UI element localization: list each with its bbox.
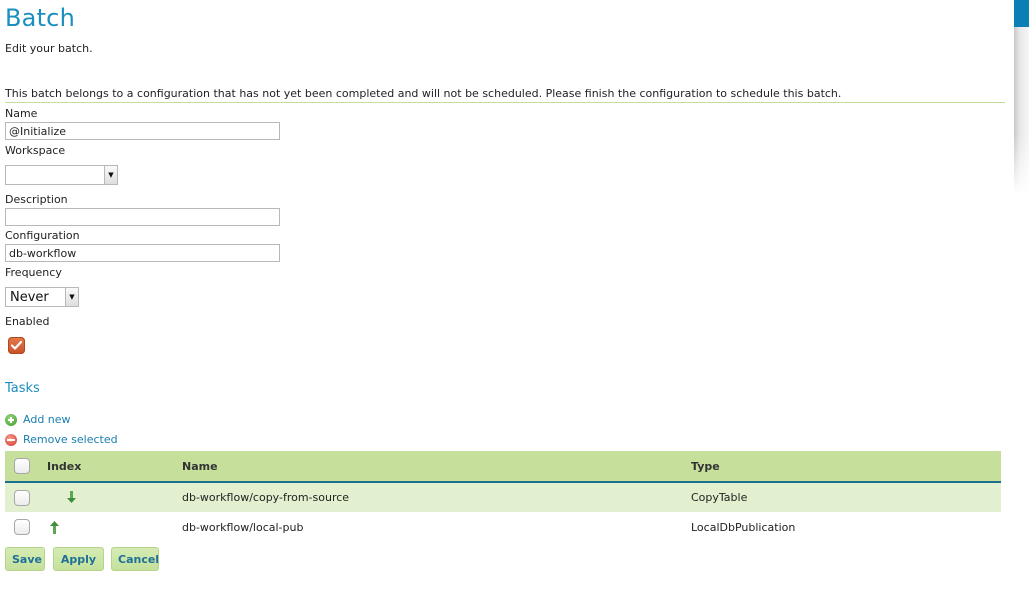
task-name: db-workflow/local-pub (182, 520, 304, 534)
enabled-label: Enabled (5, 315, 50, 328)
remove-circle-icon (5, 433, 17, 446)
cancel-button[interactable]: Cancel (111, 547, 159, 571)
task-type: LocalDbPublication (691, 520, 796, 534)
incomplete-config-notice: This batch belongs to a configuration th… (5, 87, 1005, 103)
apply-button[interactable]: Apply (53, 547, 104, 571)
tasks-table: Index Name Type db-workflow/copy-from-so… (5, 451, 1001, 542)
name-label: Name (5, 107, 38, 120)
chevron-down-icon: ▼ (104, 166, 117, 184)
arrow-up-icon[interactable] (50, 520, 59, 534)
description-label: Description (5, 193, 68, 206)
page-subtitle: Edit your batch. (5, 42, 93, 55)
table-header-row: Index Name Type (5, 451, 1001, 483)
page-title: Batch (5, 4, 75, 32)
remove-selected-label: Remove selected (23, 433, 118, 446)
task-name: db-workflow/copy-from-source (182, 491, 350, 504)
adjacent-panel-edge (1014, 0, 1029, 195)
frequency-select[interactable]: Never ▼ (5, 287, 79, 307)
table-row[interactable]: db-workflow/local-pub LocalDbPublication (5, 512, 1001, 542)
column-header-index[interactable]: Index (47, 451, 182, 483)
add-circle-icon (5, 413, 17, 426)
chevron-down-icon: ▼ (65, 288, 78, 306)
row-checkbox[interactable] (14, 489, 30, 506)
remove-selected-link[interactable]: Remove selected (5, 433, 118, 446)
add-new-label: Add new (23, 413, 71, 426)
arrow-down-icon[interactable] (67, 491, 76, 504)
frequency-selected-value: Never (10, 290, 49, 305)
description-input[interactable] (5, 208, 280, 226)
configuration-input[interactable] (5, 244, 280, 262)
tasks-heading: Tasks (5, 381, 40, 396)
checkmark-icon (10, 340, 23, 350)
column-header-name[interactable]: Name (182, 451, 691, 483)
frequency-label: Frequency (5, 266, 62, 279)
select-all-checkbox[interactable] (14, 458, 30, 474)
task-type: CopyTable (691, 491, 748, 504)
workspace-label: Workspace (5, 144, 66, 157)
add-new-link[interactable]: Add new (5, 413, 71, 426)
table-row[interactable]: db-workflow/copy-from-source CopyTable (5, 482, 1001, 512)
workspace-select[interactable]: ▼ (5, 165, 118, 185)
configuration-label: Configuration (5, 229, 80, 242)
row-checkbox[interactable] (14, 519, 30, 535)
enabled-checkbox[interactable] (8, 337, 25, 354)
save-button[interactable]: Save (5, 547, 45, 571)
name-input[interactable] (5, 122, 280, 140)
column-header-type[interactable]: Type (691, 451, 1001, 483)
